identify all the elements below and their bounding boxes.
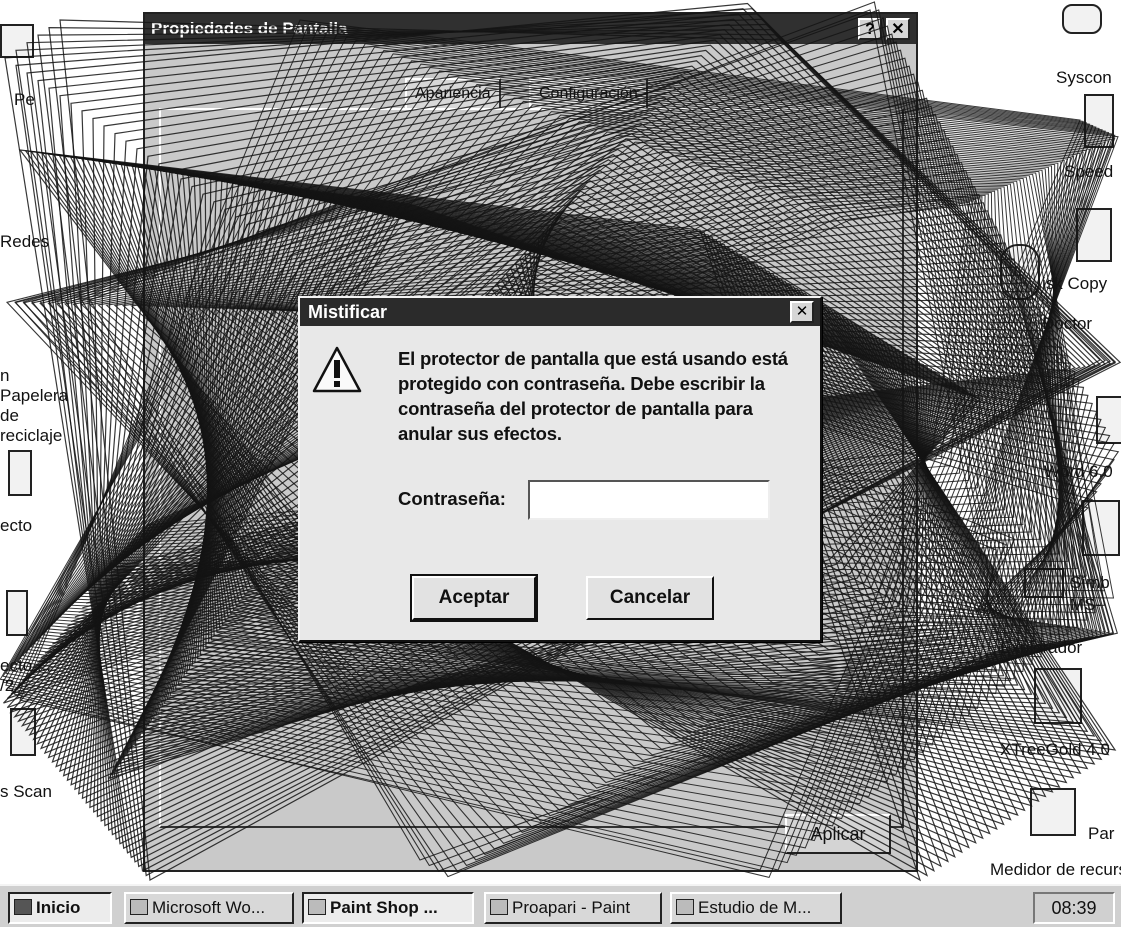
desktop-icon-label: Pe [14, 90, 35, 109]
desktop-icon-label: ecto ... /2 [0, 656, 52, 695]
desktop-icon-label: n Papelera de reciclaje [0, 366, 69, 445]
tab-appearance[interactable]: Apariencia [405, 78, 501, 108]
password-field[interactable] [528, 480, 770, 520]
apply-button[interactable]: Aplicar [785, 814, 891, 854]
xtreegold-icon [1034, 668, 1082, 724]
desktop-icon-label: XTreeGold 4.0 [1000, 740, 1110, 759]
desktop-icon-label: Doctor [1042, 314, 1093, 333]
accept-button[interactable]: Aceptar [410, 574, 538, 622]
taskbar: Inicio Microsoft Wo... Paint Shop ... Pr… [0, 884, 1121, 927]
password-label: Contraseña: [398, 488, 506, 509]
document-icon [6, 590, 28, 636]
ms-symbols-icon [1082, 500, 1120, 556]
explorer-icon [1024, 568, 1064, 598]
start-button[interactable]: Inicio [8, 892, 112, 924]
windows-logo-icon [14, 899, 32, 915]
desktop-icon-label: ecto [0, 516, 33, 535]
paint-icon [490, 899, 508, 915]
display-properties-title: Propiedades de Pantalla [151, 19, 348, 38]
desktop-icon-label: Redes [0, 232, 50, 251]
word-icon [1096, 396, 1121, 444]
scan-icon [10, 708, 36, 756]
taskbar-clock: 08:39 [1033, 892, 1115, 924]
desktop-icon-label: Par [1088, 824, 1115, 843]
desktop-icon-label: Speed [1064, 162, 1114, 181]
taskbar-item-studio[interactable]: Estudio de M... [670, 892, 842, 924]
disk-copy-icon [1076, 208, 1112, 262]
taskbar-item-paint[interactable]: Proapari - Paint [484, 892, 662, 924]
desktop-icon-label: Word 6.0 [1044, 462, 1113, 481]
word-icon [130, 899, 148, 915]
desktop-icon-label: Syscon [1056, 68, 1112, 87]
warning-icon [312, 346, 362, 393]
dialog-title: Mistificar [308, 302, 388, 322]
dialog-message: El protector de pantalla que está usando… [398, 348, 788, 444]
resource-meter-icon [1030, 788, 1076, 836]
taskbar-item-paint-shop[interactable]: Paint Shop ... [302, 892, 474, 924]
tab-settings[interactable]: Configuración [529, 78, 648, 108]
taskbar-item-label: Estudio de M... [698, 898, 812, 917]
close-icon[interactable]: ✕ [790, 301, 814, 323]
document-icon [8, 450, 32, 496]
desktop-icon-label: s Scan [0, 782, 52, 801]
desktop-icon-label: Explorador [1000, 638, 1083, 657]
doctor-head-icon [1000, 244, 1040, 300]
taskbar-item-label: Microsoft Wo... [152, 898, 266, 917]
syscon-icon [1062, 4, 1102, 34]
desktop-icon-label: isk Copy [1042, 274, 1108, 293]
taskbar-item-word[interactable]: Microsoft Wo... [124, 892, 294, 924]
taskbar-item-label: Proapari - Paint [512, 898, 631, 917]
help-button[interactable]: ? [858, 18, 882, 40]
start-label: Inicio [36, 898, 81, 917]
cancel-button[interactable]: Cancelar [586, 576, 714, 620]
computer-icon [0, 24, 34, 58]
paint-shop-icon [308, 899, 326, 915]
desktop-icon-label: Símb MS- [1070, 573, 1110, 614]
mystify-password-dialog: Mistificar ✕ El protector de pantalla qu… [298, 296, 822, 642]
close-window-button[interactable]: ✕ [886, 18, 910, 40]
studio-icon [676, 899, 694, 915]
speed-icon [1084, 94, 1114, 148]
desktop-icon-label: Medidor de recursos [990, 860, 1121, 879]
display-properties-titlebar: Propiedades de Pantalla ? ✕ [145, 14, 916, 44]
taskbar-item-label: Paint Shop ... [330, 898, 438, 917]
dialog-titlebar: Mistificar ✕ [300, 298, 820, 326]
